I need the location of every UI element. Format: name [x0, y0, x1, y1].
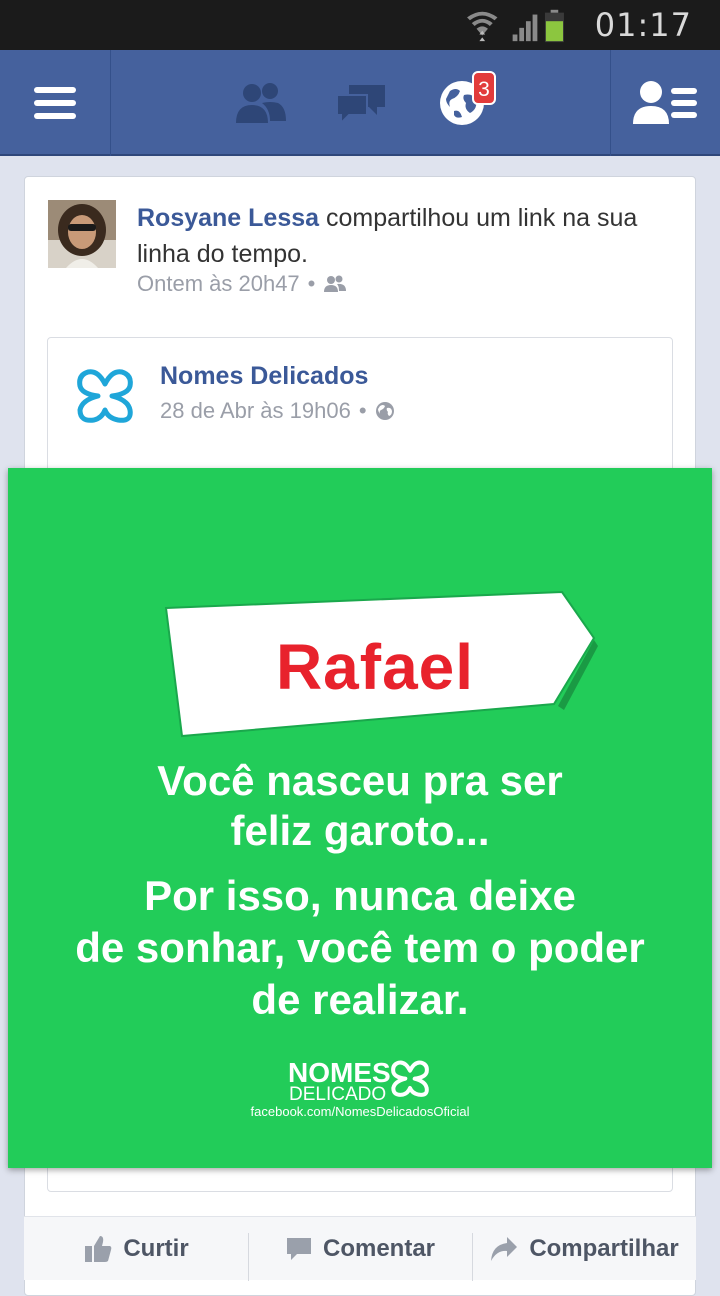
story-headline: Rosyane Lessa compartilhou um link na su…	[137, 200, 677, 272]
image-message-1: Você nasceu pra ser feliz garoto...	[8, 756, 712, 856]
signal-icon	[512, 14, 538, 42]
image-brand-delicados: DELICADO	[289, 1084, 387, 1105]
nav-divider	[110, 50, 111, 156]
nomes-delicados-logo-icon	[77, 369, 133, 423]
image-line-4: de sonhar, você tem o poder	[75, 924, 645, 971]
share-label: Compartilhar	[529, 1235, 679, 1262]
messages-button[interactable]	[330, 50, 394, 156]
friend-requests-button[interactable]	[228, 50, 292, 156]
friends-audience-icon	[324, 275, 347, 292]
image-line-5: de realizar.	[251, 976, 469, 1023]
image-brand-url: facebook.com/NomesDelicadosOficial	[250, 1104, 470, 1119]
menu-icon	[34, 87, 76, 119]
author-avatar[interactable]	[48, 200, 116, 268]
image-line-2: feliz garoto...	[230, 807, 490, 854]
shared-post-timestamp[interactable]: 28 de Abr às 19h06	[160, 398, 351, 424]
messages-icon	[336, 85, 385, 125]
image-line-1: Você nasceu pra ser	[157, 757, 563, 804]
author-name-link[interactable]: Rosyane Lessa	[137, 204, 319, 232]
comment-icon	[286, 1238, 311, 1260]
shared-page-name-link[interactable]: Nomes Delicados	[160, 362, 368, 391]
share-arrow-icon	[491, 1237, 518, 1261]
top-navbar: 3	[0, 50, 720, 156]
wifi-icon	[467, 11, 498, 42]
meta-separator: •	[358, 398, 367, 423]
share-button[interactable]: Compartilhar	[472, 1217, 696, 1281]
friends-icon	[236, 83, 286, 123]
contacts-icon	[632, 81, 697, 124]
story-meta: Ontem às 20h47 •	[137, 271, 347, 297]
like-label: Curtir	[123, 1235, 189, 1262]
status-icons	[467, 9, 564, 43]
notifications-badge: 3	[472, 71, 496, 105]
image-line-3: Por isso, nunca deixe	[144, 872, 576, 919]
shared-post-meta: 28 de Abr às 19h06 •	[160, 398, 395, 424]
image-message-2: Por isso, nunca deixe de sonhar, você te…	[8, 870, 712, 1026]
image-name-text: Rafael	[275, 631, 475, 703]
comment-button[interactable]: Comentar	[248, 1217, 472, 1281]
thumbs-up-icon	[85, 1236, 112, 1262]
comment-label: Comentar	[322, 1235, 436, 1262]
story-action-bar: Curtir Comentar Compartilhar	[24, 1216, 696, 1281]
story-timestamp[interactable]: Ontem às 20h47	[137, 271, 300, 297]
meta-separator: •	[307, 271, 316, 296]
public-globe-icon	[375, 402, 394, 420]
status-time: 01:17	[594, 6, 692, 44]
like-button[interactable]: Curtir	[24, 1217, 248, 1281]
contacts-button[interactable]	[611, 50, 720, 156]
status-bar: 01:17	[0, 0, 720, 50]
menu-button[interactable]	[0, 50, 110, 156]
battery-icon	[544, 9, 564, 43]
image-brand-logo-icon	[391, 1060, 429, 1097]
avatar-photo	[48, 200, 116, 268]
